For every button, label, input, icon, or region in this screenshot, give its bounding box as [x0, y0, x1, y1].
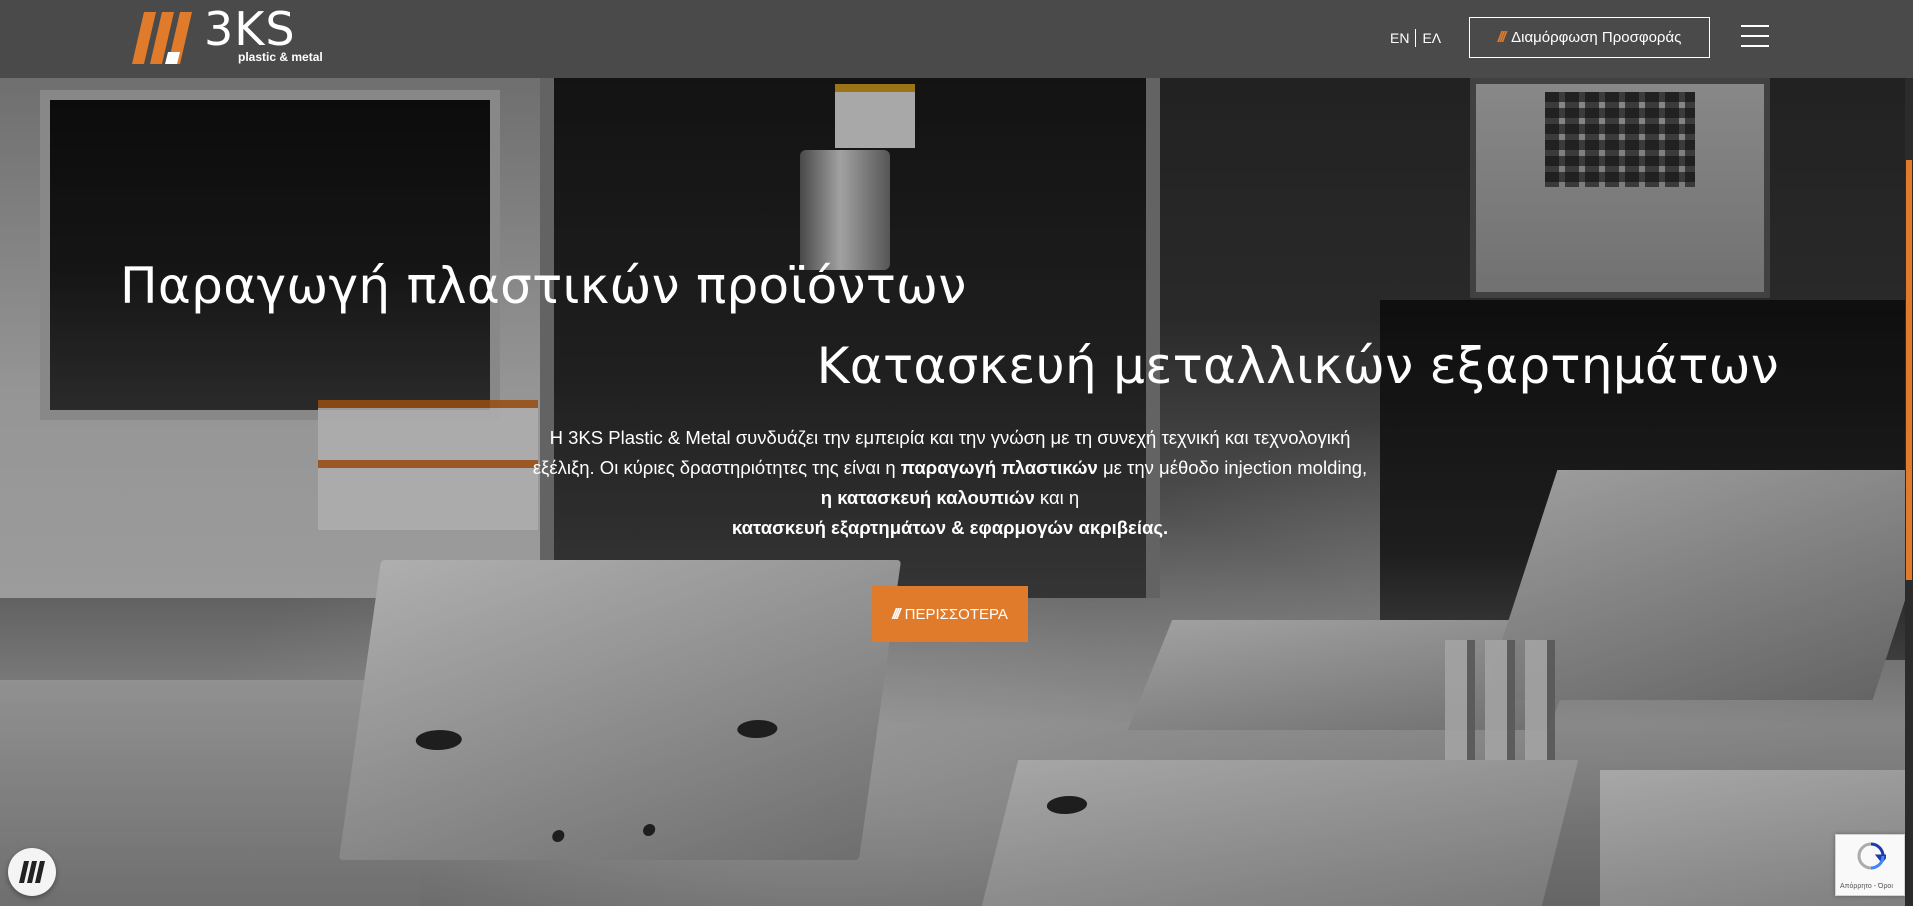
lang-en-link[interactable]: EN	[1390, 30, 1409, 46]
slashes-icon: ///	[892, 605, 900, 623]
intro-text-part: με την μέθοδο injection molding,	[1097, 457, 1368, 478]
logo-wordmark: 3KS	[204, 2, 296, 56]
page: 3KS plastic & metal EN ΕΛ /// Διαμόρφωση…	[0, 0, 1913, 906]
logo-slashes-icon	[132, 12, 192, 64]
slashes-icon: ///	[1497, 29, 1506, 46]
intro-text-part: και η	[1034, 487, 1080, 508]
recaptcha-badge[interactable]: Απόρρητο - Όροι	[1835, 834, 1905, 896]
hero-headline-plastics: Παραγωγή πλαστικών προϊόντων	[120, 257, 967, 315]
intro-highlight-plastics: παραγωγή πλαστικών	[900, 457, 1098, 478]
recaptcha-terms[interactable]: Απόρρητο - Όροι	[1840, 883, 1893, 890]
hamburger-icon[interactable]	[1741, 24, 1769, 48]
floating-brand-button[interactable]	[8, 848, 56, 896]
lang-el-link[interactable]: ΕΛ	[1422, 30, 1441, 46]
brand-slashes-icon	[19, 861, 45, 883]
hero-headline-metal: Κατασκευή μεταλλικών εξαρτημάτων	[816, 337, 1779, 395]
more-button-label: ΠΕΡΙΣΣΟΤΕΡΑ	[904, 605, 1008, 623]
language-switcher: EN ΕΛ	[1390, 28, 1441, 48]
recaptcha-icon	[1857, 842, 1886, 870]
site-logo[interactable]: 3KS plastic & metal	[132, 6, 342, 66]
site-header: 3KS plastic & metal EN ΕΛ /// Διαμόρφωση…	[0, 0, 1913, 78]
request-offer-button[interactable]: /// Διαμόρφωση Προσφοράς	[1469, 17, 1710, 58]
intro-highlight-molds: η κατασκευή καλουπιών	[820, 487, 1035, 508]
lang-divider	[1415, 29, 1417, 47]
page-scrollbar[interactable]	[1905, 0, 1913, 906]
intro-highlight-precision: κατασκευή εξαρτημάτων & εφαρμογών ακριβε…	[731, 517, 1169, 538]
hero-intro-text: Η 3KS Plastic & Metal συνδυάζει την εμπε…	[530, 423, 1370, 543]
more-button[interactable]: /// ΠΕΡΙΣΣΟΤΕΡΑ	[872, 586, 1028, 642]
request-offer-label: Διαμόρφωση Προσφοράς	[1511, 29, 1682, 46]
scrollbar-thumb[interactable]	[1906, 160, 1912, 580]
logo-tagline: plastic & metal	[238, 50, 323, 64]
